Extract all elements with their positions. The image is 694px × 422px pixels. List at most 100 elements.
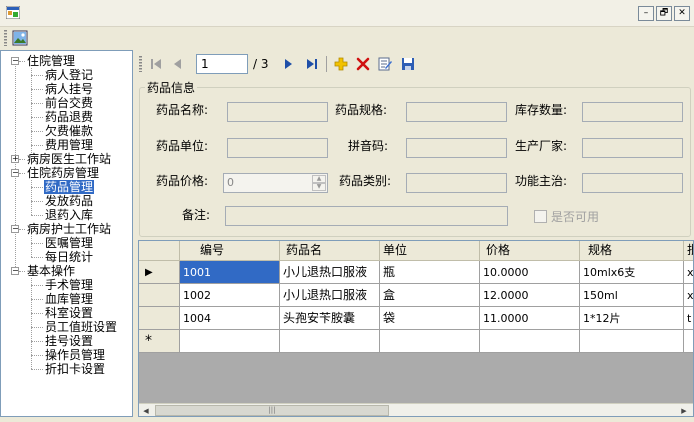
prev-page-icon[interactable] <box>170 56 186 72</box>
tree-item[interactable]: 病人挂号 <box>45 82 93 96</box>
tree-group-pharmacy[interactable]: 住院药房管理 <box>27 166 99 180</box>
remark-input[interactable] <box>225 206 508 226</box>
column-header-batch[interactable]: 批 <box>684 241 693 261</box>
grid-cell-id[interactable]: 1004 <box>180 307 280 330</box>
column-header-drug-name[interactable]: 药品名 <box>280 241 380 261</box>
grid-cell-price[interactable]: 11.0000 <box>480 307 580 330</box>
spinner-up-icon[interactable]: ▲ <box>312 175 326 183</box>
grid-cell-spec[interactable]: 1*12片 <box>580 307 684 330</box>
grid-cell-new[interactable] <box>480 330 580 353</box>
image-icon[interactable] <box>12 30 28 46</box>
tree-group-inpatient[interactable]: 住院管理 <box>27 54 75 68</box>
grid-cell-drug-name[interactable]: 小儿退热口服液 <box>280 261 380 284</box>
tree-collapse-icon[interactable]: − <box>11 225 19 233</box>
function-input[interactable] <box>582 173 683 193</box>
tree-item[interactable]: 药品退费 <box>45 110 93 124</box>
tree-item[interactable]: 挂号设置 <box>45 334 93 348</box>
tree-item[interactable]: 病人登记 <box>45 68 93 82</box>
grid-cell-unit[interactable]: 盒 <box>380 284 480 307</box>
tree-item[interactable]: 退药入库 <box>45 208 93 222</box>
drug-data-grid[interactable]: 编号 药品名 单位 价格 规格 批 ▶ 1001 小儿退热口服液 瓶 10.00… <box>138 240 694 417</box>
tree-item[interactable]: 欠费催款 <box>45 124 93 138</box>
save-icon[interactable] <box>400 56 416 72</box>
tree-item[interactable]: 折扣卡设置 <box>45 362 105 376</box>
stock-input[interactable] <box>582 102 683 122</box>
grid-cell-id[interactable]: 1001 <box>180 261 280 284</box>
tree-collapse-icon[interactable]: − <box>11 267 19 275</box>
grid-cell-batch[interactable]: t <box>684 307 693 330</box>
grid-cell-drug-name[interactable]: 头孢安苄胺囊 <box>280 307 380 330</box>
spinner-down-icon[interactable]: ▼ <box>312 183 326 191</box>
tree-group-ward-doctor[interactable]: 病房医生工作站 <box>27 152 111 166</box>
manufacturer-input[interactable] <box>582 138 683 158</box>
stock-label: 库存数量: <box>515 103 568 117</box>
row-header-new[interactable]: * <box>139 330 180 353</box>
delete-icon[interactable] <box>355 56 371 72</box>
tree-group-ward-nurse[interactable]: 病房护士工作站 <box>27 222 111 236</box>
navigator-grip[interactable] <box>139 56 142 72</box>
grid-cell-new[interactable] <box>580 330 684 353</box>
drug-category-input[interactable] <box>406 173 507 193</box>
column-header-spec[interactable]: 规格 <box>580 241 684 261</box>
scroll-right-icon[interactable]: ▶ <box>679 406 689 416</box>
first-page-icon[interactable] <box>148 56 164 72</box>
grid-cell-unit[interactable]: 袋 <box>380 307 480 330</box>
last-page-icon[interactable] <box>304 56 320 72</box>
grid-corner-header <box>139 241 180 261</box>
tree-collapse-icon[interactable]: − <box>11 57 19 65</box>
column-header-id[interactable]: 编号 <box>180 241 280 261</box>
page-number-input[interactable] <box>196 54 248 74</box>
tree-item[interactable]: 发放药品 <box>45 194 93 208</box>
grid-cell-new[interactable] <box>280 330 380 353</box>
horizontal-scrollbar[interactable]: ◀ ||| ▶ <box>139 403 693 416</box>
drug-name-input[interactable] <box>227 102 328 122</box>
grid-cell-new[interactable] <box>684 330 693 353</box>
drug-price-spinner[interactable]: 0 ▲ ▼ <box>223 173 328 193</box>
scroll-left-icon[interactable]: ◀ <box>141 406 151 416</box>
column-header-unit[interactable]: 单位 <box>380 241 480 261</box>
minimize-button[interactable]: – <box>638 6 654 21</box>
row-header-current[interactable]: ▶ <box>139 261 180 284</box>
grid-cell-spec[interactable]: 10mlx6支 <box>580 261 684 284</box>
grid-cell-new[interactable] <box>380 330 480 353</box>
tree-item[interactable]: 手术管理 <box>45 278 93 292</box>
tree-item[interactable]: 员工值班设置 <box>45 320 117 334</box>
edit-icon[interactable] <box>377 56 393 72</box>
grid-cell-spec[interactable]: 150ml <box>580 284 684 307</box>
column-header-price[interactable]: 价格 <box>480 241 580 261</box>
grid-cell-unit[interactable]: 瓶 <box>380 261 480 284</box>
grid-cell-price[interactable]: 12.0000 <box>480 284 580 307</box>
grid-cell-id[interactable]: 1002 <box>180 284 280 307</box>
tree-item[interactable]: 血库管理 <box>45 292 93 306</box>
drug-spec-input[interactable] <box>406 102 507 122</box>
tree-item[interactable]: 科室设置 <box>45 306 93 320</box>
restore-icon: 🗗 <box>659 8 669 18</box>
scrollbar-thumb[interactable]: ||| <box>155 405 389 416</box>
add-icon[interactable] <box>333 56 349 72</box>
grid-cell-batch[interactable]: x- <box>684 261 693 284</box>
manufacturer-label: 生产厂家: <box>515 139 568 153</box>
pinyin-input[interactable] <box>406 138 507 158</box>
grid-cell-new[interactable] <box>180 330 280 353</box>
drug-unit-input[interactable] <box>227 138 328 158</box>
toolbar-grip[interactable] <box>4 30 7 46</box>
tree-group-basic[interactable]: 基本操作 <box>27 264 75 278</box>
tree-item[interactable]: 费用管理 <box>45 138 93 152</box>
close-button[interactable]: ✕ <box>674 6 690 21</box>
restore-button[interactable]: 🗗 <box>656 6 672 21</box>
tree-item[interactable]: 操作员管理 <box>45 348 105 362</box>
next-page-icon[interactable] <box>280 56 296 72</box>
tree-item[interactable]: 每日统计 <box>45 250 93 264</box>
grid-cell-price[interactable]: 10.0000 <box>480 261 580 284</box>
grid-cell-batch[interactable]: x- <box>684 284 693 307</box>
available-checkbox[interactable] <box>534 210 547 223</box>
tree-item[interactable]: 前台交费 <box>45 96 93 110</box>
grid-cell-drug-name[interactable]: 小儿退热口服液 <box>280 284 380 307</box>
navigation-tree[interactable]: − 住院管理 病人登记 病人挂号 前台交费 药品退费 欠费催款 费用管理 + 病… <box>0 50 133 417</box>
tree-expand-icon[interactable]: + <box>11 155 19 163</box>
tree-item[interactable]: 医嘱管理 <box>45 236 93 250</box>
row-header[interactable] <box>139 284 180 307</box>
tree-item-selected[interactable]: 药品管理 <box>44 180 95 194</box>
row-header[interactable] <box>139 307 180 330</box>
tree-collapse-icon[interactable]: − <box>11 169 19 177</box>
